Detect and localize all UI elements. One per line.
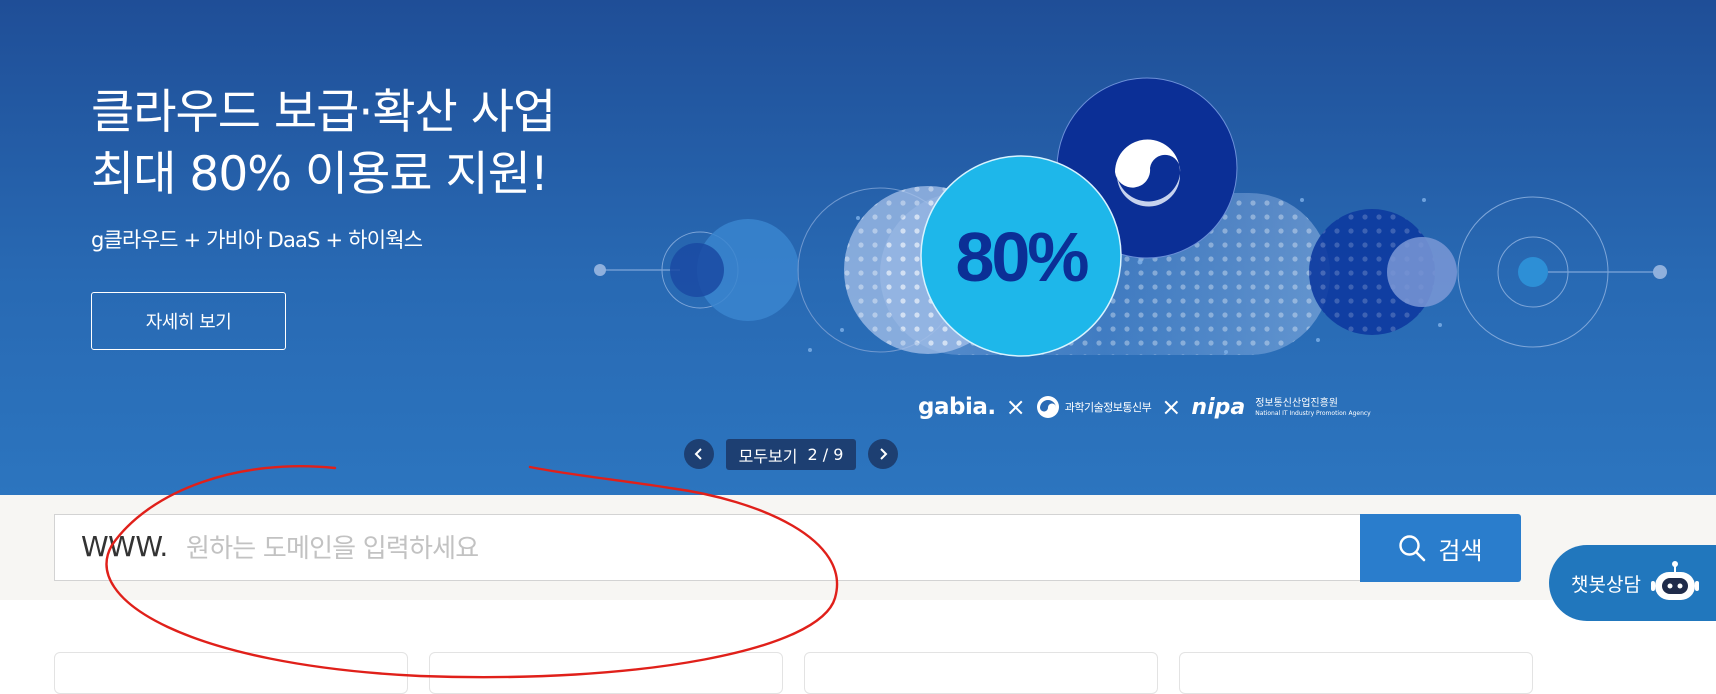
service-card[interactable] xyxy=(429,652,783,694)
www-prefix: WWW. xyxy=(81,530,168,563)
nipa-name-kr: 정보통신산업진흥원 xyxy=(1255,397,1339,409)
search-button[interactable]: 검색 xyxy=(1360,514,1521,582)
chatbot-label: 챗봇상담 xyxy=(1571,573,1641,596)
hero-banner[interactable]: 클라우드 보급·확산 사업 최대 80% 이용료 지원! g클라우드 + 가비아… xyxy=(0,0,1716,495)
view-all-button[interactable]: 모두보기 2 / 9 xyxy=(726,439,856,470)
separator-x: × xyxy=(1161,393,1182,421)
robot-icon xyxy=(1650,561,1699,600)
service-card[interactable] xyxy=(54,652,408,694)
discount-badge-text: 80% xyxy=(955,218,1088,296)
nipa-logo: nipa xyxy=(1191,394,1246,420)
chevron-left-icon xyxy=(694,448,702,460)
prev-slide-button[interactable] xyxy=(684,439,714,469)
nipa-name: 정보통신산업진흥원 National IT Industry Promotion… xyxy=(1255,398,1371,417)
search-icon xyxy=(1399,535,1426,562)
nipa-name-en: National IT Industry Promotion Agency xyxy=(1255,409,1371,417)
slide-counter: 2 / 9 xyxy=(807,445,844,464)
msit-name: 과학기술정보통신부 xyxy=(1064,401,1152,414)
gabia-logo: gabia. xyxy=(918,394,996,420)
partner-logos: gabia. × 과학기술정보통신부 × nipa 정보통신산업진흥원 Nati… xyxy=(918,390,1371,424)
service-card[interactable] xyxy=(804,652,1158,694)
domain-search-input[interactable] xyxy=(184,520,1338,577)
search-button-label: 검색 xyxy=(1438,536,1483,565)
service-card[interactable] xyxy=(1179,652,1533,694)
chatbot-button[interactable]: 챗봇상담 xyxy=(1549,545,1716,621)
separator-x: × xyxy=(1005,393,1026,421)
next-slide-button[interactable] xyxy=(868,439,898,469)
view-all-label: 모두보기 xyxy=(738,446,798,466)
msit-logo: 과학기술정보통신부 xyxy=(1036,395,1152,419)
msit-emblem-icon xyxy=(1036,396,1059,418)
cloud-illustration: 80% xyxy=(594,77,1667,357)
chevron-right-icon xyxy=(880,448,888,460)
